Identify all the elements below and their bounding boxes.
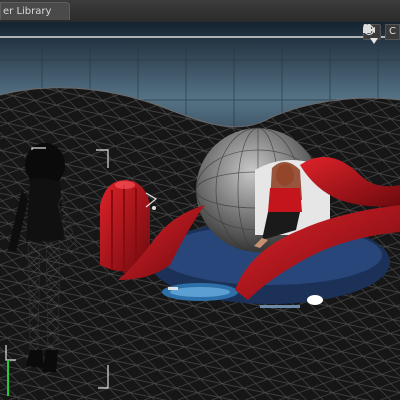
camera-label: C: [389, 26, 396, 37]
viewport-toolbar: C: [363, 24, 400, 40]
camera-icon: [363, 24, 376, 33]
scene-render: [0, 22, 400, 400]
3d-viewport[interactable]: C: [0, 22, 400, 400]
tab-library[interactable]: er Library: [0, 2, 70, 20]
camera-selector[interactable]: C: [363, 24, 400, 40]
tab-label: er Library: [3, 6, 52, 17]
top-tab-bar: er Library: [0, 0, 400, 23]
